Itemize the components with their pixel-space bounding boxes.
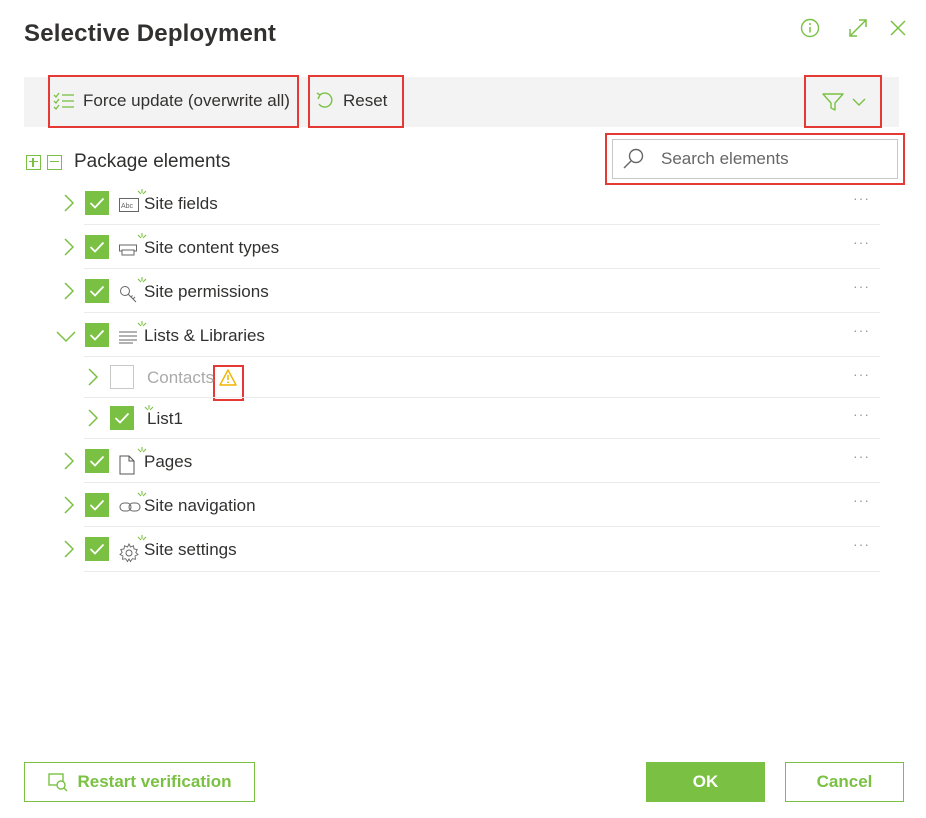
tree-row[interactable]: List1 ···: [84, 398, 880, 439]
expand-all-icon[interactable]: [26, 154, 41, 170]
ok-button[interactable]: OK: [646, 762, 765, 802]
tree-header-label: Package elements: [74, 151, 231, 172]
ok-label: OK: [692, 772, 719, 791]
checkbox-checked[interactable]: [85, 322, 109, 347]
info-icon[interactable]: [800, 18, 820, 38]
tree-row[interactable]: Site permissions ···: [64, 270, 880, 313]
checkbox-unchecked[interactable]: [110, 365, 134, 389]
chevron-right-icon[interactable]: [62, 281, 76, 300]
row-more-menu[interactable]: ···: [853, 234, 870, 250]
list-icon: [119, 320, 147, 347]
tree-row-label: Site permissions: [144, 281, 269, 301]
row-more-menu[interactable]: ···: [853, 322, 870, 338]
restart-icon: [47, 773, 67, 792]
search-box: [612, 139, 898, 179]
tree-row[interactable]: Lists & Libraries ···: [56, 314, 880, 357]
gear-icon: [119, 535, 147, 563]
highlight-force-update: [48, 75, 299, 128]
tree-row[interactable]: Abc Site fields ···: [64, 182, 880, 225]
row-more-menu[interactable]: ···: [853, 492, 870, 508]
tree-row[interactable]: Contacts ···: [84, 358, 880, 398]
cancel-label: Cancel: [816, 772, 873, 791]
row-more-menu[interactable]: ···: [853, 448, 870, 464]
tree-row[interactable]: Site navigation ···: [64, 484, 880, 527]
tree-header: Package elements: [26, 150, 230, 174]
close-icon[interactable]: [888, 18, 908, 38]
tree-row[interactable]: Pages ···: [64, 440, 880, 483]
chevron-right-icon[interactable]: [62, 540, 76, 558]
restart-verification-button[interactable]: Restart verification: [24, 762, 255, 802]
site-fields-icon: Abc: [119, 188, 147, 215]
tree-row-label: Site content types: [144, 237, 280, 257]
link-icon: [119, 490, 147, 517]
chevron-right-icon[interactable]: [86, 368, 100, 386]
chevron-right-icon[interactable]: [86, 408, 100, 427]
row-more-menu[interactable]: ···: [853, 366, 870, 382]
expand-icon[interactable]: [848, 18, 868, 38]
restart-verification-label: Restart verification: [77, 772, 232, 791]
checkbox-checked[interactable]: [85, 190, 109, 215]
checkbox-checked[interactable]: [85, 537, 109, 561]
chevron-right-icon[interactable]: [62, 193, 76, 212]
svg-text:Abc: Abc: [121, 203, 134, 210]
highlight-reset: [308, 75, 404, 128]
dialog-title: Selective Deployment: [24, 20, 277, 47]
tree-row-label: Pages: [144, 451, 193, 471]
tree-row-label: Lists & Libraries: [144, 325, 265, 345]
search-icon: [623, 148, 644, 169]
checkbox-checked[interactable]: [85, 448, 109, 473]
row-more-menu[interactable]: ···: [853, 536, 870, 552]
tree-row-label: Site navigation: [144, 495, 256, 515]
row-more-menu[interactable]: ···: [853, 406, 870, 422]
checkbox-checked[interactable]: [85, 278, 109, 303]
cancel-button[interactable]: Cancel: [785, 762, 904, 802]
tree-row[interactable]: Site settings ···: [64, 528, 880, 572]
content-types-icon: [119, 232, 147, 259]
checkbox-checked[interactable]: [85, 492, 109, 517]
row-more-menu[interactable]: ···: [853, 278, 870, 294]
checkbox-checked[interactable]: [85, 234, 109, 259]
chevron-down-icon[interactable]: [56, 328, 76, 342]
page-icon: [119, 446, 147, 474]
tree-row-label: Site fields: [144, 193, 218, 213]
search-input[interactable]: [661, 149, 881, 169]
checkbox-checked[interactable]: [110, 405, 134, 430]
collapse-all-icon[interactable]: [47, 154, 62, 170]
chevron-right-icon[interactable]: [62, 237, 76, 256]
warning-icon[interactable]: [219, 369, 239, 387]
tree-row-label: Site settings: [144, 540, 237, 559]
tree-row[interactable]: Site content types ···: [64, 226, 880, 269]
chevron-right-icon[interactable]: [62, 495, 76, 514]
row-more-menu[interactable]: ···: [853, 190, 870, 206]
highlight-filter: [804, 75, 882, 128]
key-icon: [119, 276, 147, 303]
tree-row-label: Contacts: [147, 368, 215, 387]
tree-row-label: List1: [147, 408, 183, 428]
chevron-right-icon[interactable]: [62, 451, 76, 470]
